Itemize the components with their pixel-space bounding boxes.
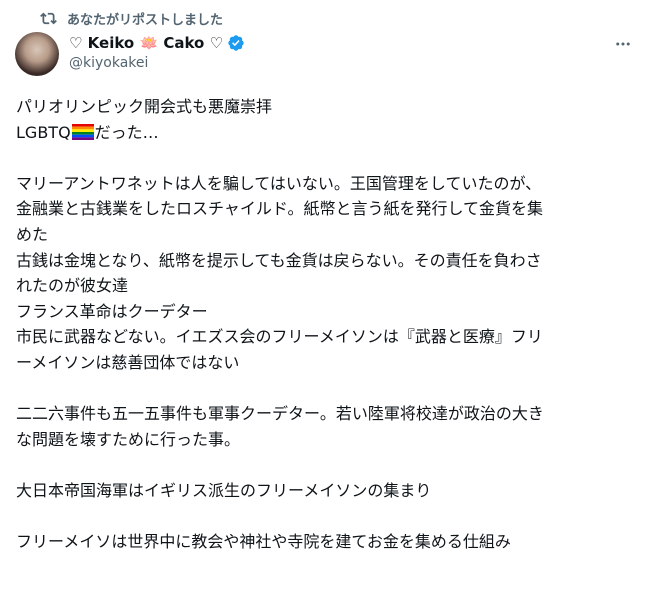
paragraph-break <box>16 504 640 530</box>
tweet-line: マリーアントワネットは人を騙してはいない。王国管理をしていたのが、 <box>16 173 542 193</box>
author-display-name[interactable]: ♡ Keiko 🪷 Cako ♡ <box>69 34 223 52</box>
author-name-row[interactable]: ♡ Keiko 🪷 Cako ♡ <box>69 33 245 53</box>
verified-badge-icon <box>228 35 244 51</box>
tweet-line-lgbtq: LGBTQ だった… <box>16 120 640 146</box>
author-handle[interactable]: @kiyokakei <box>69 55 245 71</box>
repost-icon <box>40 12 57 24</box>
tweet-line: 大日本帝国海軍はイギリス派生のフリーメイソンの集まり <box>16 480 432 500</box>
paragraph-break <box>16 145 640 171</box>
tweet-line: 金融業と古銭業をしたロスチャイルド。紙幣と言う紙を発行して金貨を集 <box>16 199 544 219</box>
tweet-line: な問題を壊すために行った事。 <box>16 429 241 449</box>
tweet-text: パリオリンピック開会式も悪魔崇拝 LGBTQ だった… マリーアントワネットは人… <box>16 94 640 555</box>
tweet-line: 二二六事件も五一五事件も軍事クーデター。若い陸軍将校達が政治の大き <box>16 404 544 424</box>
tweet-line: パリオリンピック開会式も悪魔崇拝 <box>16 97 273 116</box>
author-block: ♡ Keiko 🪷 Cako ♡ @kiyokakei <box>69 33 245 71</box>
tweet-line: れたのが彼女達 <box>16 276 129 296</box>
paragraph-break <box>16 376 640 402</box>
repost-label: あなたがリポストしました <box>67 12 224 28</box>
tweet-line-suffix: だった… <box>94 122 159 142</box>
repost-indicator[interactable]: あなたがリポストしました <box>40 9 224 28</box>
avatar[interactable] <box>15 32 59 76</box>
paragraph-break <box>16 452 640 478</box>
more-options-icon <box>616 42 630 46</box>
tweet-line: めた <box>16 224 49 244</box>
more-options-button[interactable] <box>613 34 633 54</box>
tweet-line: フリーメイソは世界中に教会や神社や寺院を建てお金を集める仕組み <box>16 532 511 552</box>
tweet-line: 古銭は金塊となり、紙幣を提示しても金貨は戻らない。その責任を負わさ <box>16 250 542 270</box>
rainbow-flag-icon <box>71 123 94 140</box>
tweet-line: 市民に武器などない。イエズス会のフリーメイソンは『武器と医療』フリ <box>16 327 543 347</box>
tweet-line-prefix: LGBTQ <box>16 122 71 142</box>
tweet-line: フランス革命はクーデター <box>16 301 208 321</box>
tweet-line: ーメイソンは慈善団体ではない <box>16 352 240 372</box>
